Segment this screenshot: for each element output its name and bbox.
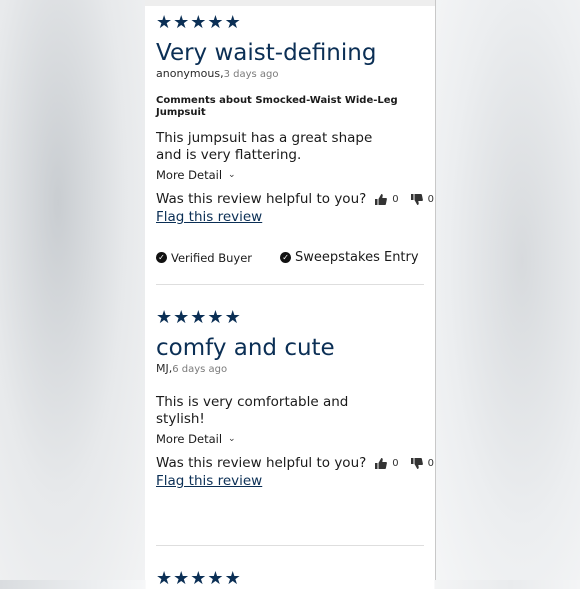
star-rating: ★ ★ ★ ★ ★ (156, 309, 424, 327)
helpful-yes-count: 0 (392, 193, 399, 205)
star-rating: ★ ★ ★ ★ ★ (156, 570, 424, 588)
review-title: Very waist-defining (156, 40, 377, 66)
star-icon: ★ (224, 12, 241, 33)
review-card: ★ ★ ★ ★ ★ comfy and cute MJ,6 days ago T… (156, 309, 434, 490)
helpful-no-count: 0 (427, 457, 435, 469)
thumbs-up-icon (375, 193, 388, 205)
star-rating: ★ ★ ★ ★ ★ (156, 14, 424, 32)
review-divider (156, 284, 424, 285)
star-icon: ★ (173, 568, 190, 589)
star-icon: ★ (224, 307, 241, 328)
helpful-no-button[interactable]: 0 (410, 457, 435, 469)
review-author: MJ,6 days ago (156, 362, 424, 375)
thumbs-down-icon (410, 457, 423, 469)
helpful-row: Was this review helpful to you? 0 0 (156, 191, 434, 207)
flag-review-link[interactable]: Flag this review (156, 209, 424, 225)
author-name: anonymous, (156, 67, 224, 80)
star-icon: ★ (207, 307, 224, 328)
review-title: comfy and cute (156, 335, 335, 361)
helpful-row: Was this review helpful to you? 0 0 (156, 455, 434, 471)
chevron-down-icon: ⌄ (228, 434, 236, 444)
thumbs-up-icon (375, 457, 388, 469)
star-icon: ★ (190, 568, 207, 589)
helpful-no-button[interactable]: 0 (410, 193, 435, 205)
star-icon: ★ (156, 12, 173, 33)
reviews-panel: ★ ★ ★ ★ ★ Very waist-defining anonymous,… (145, 0, 436, 588)
sweepstakes-entry-badge: ✓ Sweepstakes Entry (280, 250, 419, 265)
flag-review-link[interactable]: Flag this review (156, 473, 424, 489)
review-card: ★ ★ ★ ★ ★ Very waist-defining anonymous,… (156, 14, 434, 265)
more-detail-toggle[interactable]: More Detail ⌄ (156, 168, 424, 182)
thumbs-down-icon (410, 193, 423, 205)
review-divider (156, 545, 424, 546)
star-icon: ★ (207, 12, 224, 33)
helpful-yes-count: 0 (392, 457, 399, 469)
star-icon: ★ (224, 568, 241, 589)
review-author: anonymous,3 days ago (156, 67, 424, 80)
star-icon: ★ (190, 12, 207, 33)
chevron-down-icon: ⌄ (228, 170, 236, 180)
star-icon: ★ (190, 307, 207, 328)
background-blur-left (0, 0, 145, 580)
review-body: This is very comfortable and stylish! (156, 394, 349, 427)
more-detail-label: More Detail (156, 432, 223, 446)
more-detail-label: More Detail (156, 168, 223, 182)
check-circle-icon: ✓ (280, 252, 292, 263)
helpful-yes-button[interactable]: 0 (375, 457, 399, 469)
review-date: 3 days ago (223, 69, 279, 80)
more-detail-toggle[interactable]: More Detail ⌄ (156, 432, 424, 446)
review-date: 6 days ago (172, 364, 228, 375)
star-icon: ★ (156, 307, 173, 328)
helpful-question: Was this review helpful to you? (156, 191, 367, 207)
review-body: This jumpsuit has a great shape and is v… (156, 130, 373, 163)
review-badges: ✓ Verified Buyer ✓ Sweepstakes Entry (156, 250, 424, 265)
star-icon: ★ (156, 568, 173, 589)
verified-buyer-badge: ✓ Verified Buyer (156, 251, 252, 265)
author-name: MJ, (156, 362, 173, 375)
top-strip (145, 0, 435, 6)
helpful-yes-button[interactable]: 0 (375, 193, 399, 205)
sweepstakes-entry-label: Sweepstakes Entry (295, 250, 419, 265)
check-circle-icon: ✓ (156, 252, 167, 263)
helpful-question: Was this review helpful to you? (156, 455, 367, 471)
background-blur-right (435, 0, 580, 580)
comments-about: Comments about Smocked-Waist Wide-Leg Ju… (156, 95, 398, 118)
star-icon: ★ (207, 568, 224, 589)
verified-buyer-label: Verified Buyer (171, 250, 253, 265)
star-icon: ★ (173, 307, 190, 328)
review-card-partial: ★ ★ ★ ★ ★ (156, 570, 424, 588)
star-icon: ★ (173, 12, 190, 33)
helpful-no-count: 0 (427, 193, 435, 205)
